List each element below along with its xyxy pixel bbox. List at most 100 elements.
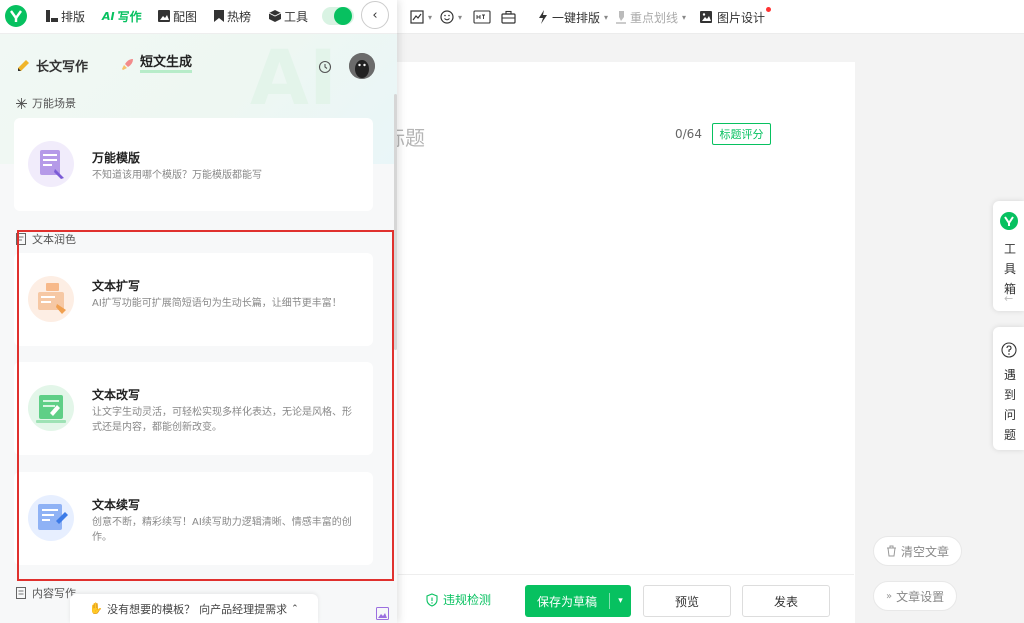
avatar-icon <box>349 53 375 79</box>
article-settings-button[interactable]: » 文章设置 <box>873 581 958 611</box>
preview-button[interactable]: 预览 <box>643 585 731 617</box>
image-icon <box>158 10 170 22</box>
article-settings-label: 文章设置 <box>896 589 945 604</box>
image-design-label: 图片设计 <box>717 10 766 25</box>
lightning-icon <box>538 10 548 24</box>
toggle-knob <box>334 7 352 25</box>
tab-trending-label: 热榜 <box>227 9 252 24</box>
feature-request-bar: ✋ 没有想要的模板？ 向产品经理提需求 ⌃ <box>70 594 318 623</box>
svg-text:AI: AI <box>250 34 337 114</box>
bookmark-icon <box>214 10 224 22</box>
help-label: 遇 到 问 题 <box>1004 368 1017 442</box>
html-tool[interactable] <box>473 0 491 34</box>
panel-tab-bar: 排版 AI 写作 配图 热榜 工具 ‹ <box>0 0 397 34</box>
card-universal-title: 万能模版 <box>92 151 141 165</box>
tab-trending[interactable]: 热榜 <box>214 0 251 32</box>
bottom-action-bar: 违规检测 保存为草稿 ▾ 预览 发表 <box>398 574 854 623</box>
title-score-button[interactable]: 标题评分 <box>712 123 771 145</box>
tab-tools[interactable]: 工具 <box>269 0 308 32</box>
tab-images-label: 配图 <box>173 9 198 24</box>
sparkle-icon <box>16 97 27 109</box>
new-dot-badge <box>766 7 772 12</box>
document-edit-icon <box>16 233 27 245</box>
tab-layout[interactable]: 排版 <box>46 0 85 32</box>
card-rewrite-title: 文本改写 <box>92 388 141 402</box>
tab-layout-label: 排版 <box>61 9 86 24</box>
publish-button[interactable]: 发表 <box>742 585 830 617</box>
card-rewrite-desc: 让文字生动灵活，可轻松实现多样化表达，无论是风格、形式还是内容，都能创新改变。 <box>92 407 352 433</box>
clear-article-button[interactable]: 清空文章 <box>873 536 963 566</box>
feature-request-link[interactable]: 向产品经理提需求 <box>199 601 287 617</box>
one-click-format-label: 一键排版 <box>552 10 601 25</box>
mode-tab-long-label: 长文写作 <box>36 60 89 75</box>
template-tool[interactable] <box>501 0 516 34</box>
hand-wave-icon: ✋ <box>89 602 104 615</box>
one-click-format-button[interactable]: 一键排版 ▾ <box>538 0 608 34</box>
title-counter: 0/64 <box>675 127 702 141</box>
card-continue-desc: 创意不断，精彩续写！AI续写助力逻辑清晰、情感丰富的创作。 <box>92 517 352 543</box>
tab-writing-label: 写作 <box>117 9 142 24</box>
save-draft-button[interactable]: 保存为草稿 ▾ <box>525 585 631 617</box>
expand-icon <box>26 274 76 324</box>
section-content: 内容写作 <box>16 585 76 601</box>
section-universal: 万能场景 <box>16 95 76 111</box>
briefcase-icon <box>501 10 516 24</box>
chart-icon <box>410 10 424 24</box>
document-icon <box>16 587 27 599</box>
avatar[interactable] <box>349 53 375 79</box>
shield-icon <box>426 592 438 607</box>
double-chevron-down-icon: » <box>886 590 893 602</box>
card-text-continue[interactable]: 文本续写 创意不断，精彩续写！AI续写助力逻辑清晰、情感丰富的创作。 <box>14 472 373 565</box>
chevron-down-icon: ▾ <box>604 12 609 22</box>
mode-tab-long[interactable]: 长文写作 <box>17 56 88 75</box>
assistant-panel: 排版 AI 写作 配图 热榜 工具 ‹ AI 长文写作 短文生成 万能场景 万能… <box>0 0 397 623</box>
image-icon <box>699 10 713 24</box>
card-universal-desc: 不知道该用哪个模版？万能模版都能写 <box>92 170 262 181</box>
magic-image-icon[interactable] <box>376 607 389 620</box>
history-button[interactable] <box>318 60 332 74</box>
html-icon <box>473 10 491 24</box>
emoji-tool[interactable]: ▾ <box>440 0 462 34</box>
collapse-panel-button[interactable]: ‹ <box>361 1 389 29</box>
card-text-rewrite[interactable]: 文本改写 让文字生动灵活，可轻松实现多样化表达，无论是风格、形式还是内容，都能创… <box>14 362 373 455</box>
section-polish-label: 文本润色 <box>32 233 76 246</box>
pencil-icon <box>17 59 30 72</box>
arrow-left-icon: ← <box>1004 292 1014 305</box>
tab-tools-label: 工具 <box>284 9 309 24</box>
ai-toggle-switch[interactable] <box>322 7 354 25</box>
template-icon <box>26 139 76 189</box>
image-design-button[interactable]: 图片设计 <box>699 0 772 34</box>
chevron-up-icon[interactable]: ⌃ <box>291 604 299 614</box>
card-expand-title: 文本扩写 <box>92 279 141 293</box>
layout-icon <box>46 10 58 22</box>
mode-tab-short-label: 短文生成 <box>140 56 193 73</box>
card-text-expand[interactable]: 文本扩写 AI扩写功能可扩展简短语句为生动长篇，让细节更丰富！ <box>14 253 373 346</box>
highlight-label: 重点划线 <box>630 10 679 25</box>
help-panel-toggle[interactable]: 遇 到 问 题 <box>993 327 1024 450</box>
history-icon <box>318 60 332 74</box>
feature-request-prompt: 没有想要的模板？ <box>107 602 196 616</box>
section-polish: 文本润色 <box>16 231 76 247</box>
section-universal-label: 万能场景 <box>32 97 76 110</box>
assistant-logo-icon[interactable] <box>5 5 27 27</box>
tab-writing[interactable]: AI 写作 <box>102 0 142 32</box>
chevron-down-icon[interactable]: ▾ <box>610 596 631 606</box>
trash-icon <box>886 545 897 557</box>
ai-icon: AI <box>102 9 115 23</box>
chart-tool[interactable]: ▾ <box>410 0 432 34</box>
card-universal-template[interactable]: 万能模版 不知道该用哪个模版？万能模版都能写 <box>14 118 373 211</box>
continue-icon <box>26 493 76 543</box>
chevron-down-icon: ▾ <box>428 12 433 22</box>
tab-images[interactable]: 配图 <box>158 0 197 32</box>
panel-scrollbar[interactable] <box>394 94 397 350</box>
clear-article-label: 清空文章 <box>901 544 950 559</box>
rocket-icon <box>121 58 134 71</box>
highlighter-icon <box>616 10 626 24</box>
editor-area: 标题 0/64 标题评分 <box>375 62 855 623</box>
chevron-left-icon: ‹ <box>372 7 378 23</box>
highlight-button[interactable]: 重点划线 ▾ <box>616 0 686 34</box>
toolbox-panel-toggle[interactable]: 工 具 箱 ← <box>993 201 1024 311</box>
mode-tab-short[interactable]: 短文生成 <box>121 56 193 73</box>
card-continue-title: 文本续写 <box>92 498 141 512</box>
compliance-check-button[interactable]: 违规检测 <box>426 591 491 608</box>
